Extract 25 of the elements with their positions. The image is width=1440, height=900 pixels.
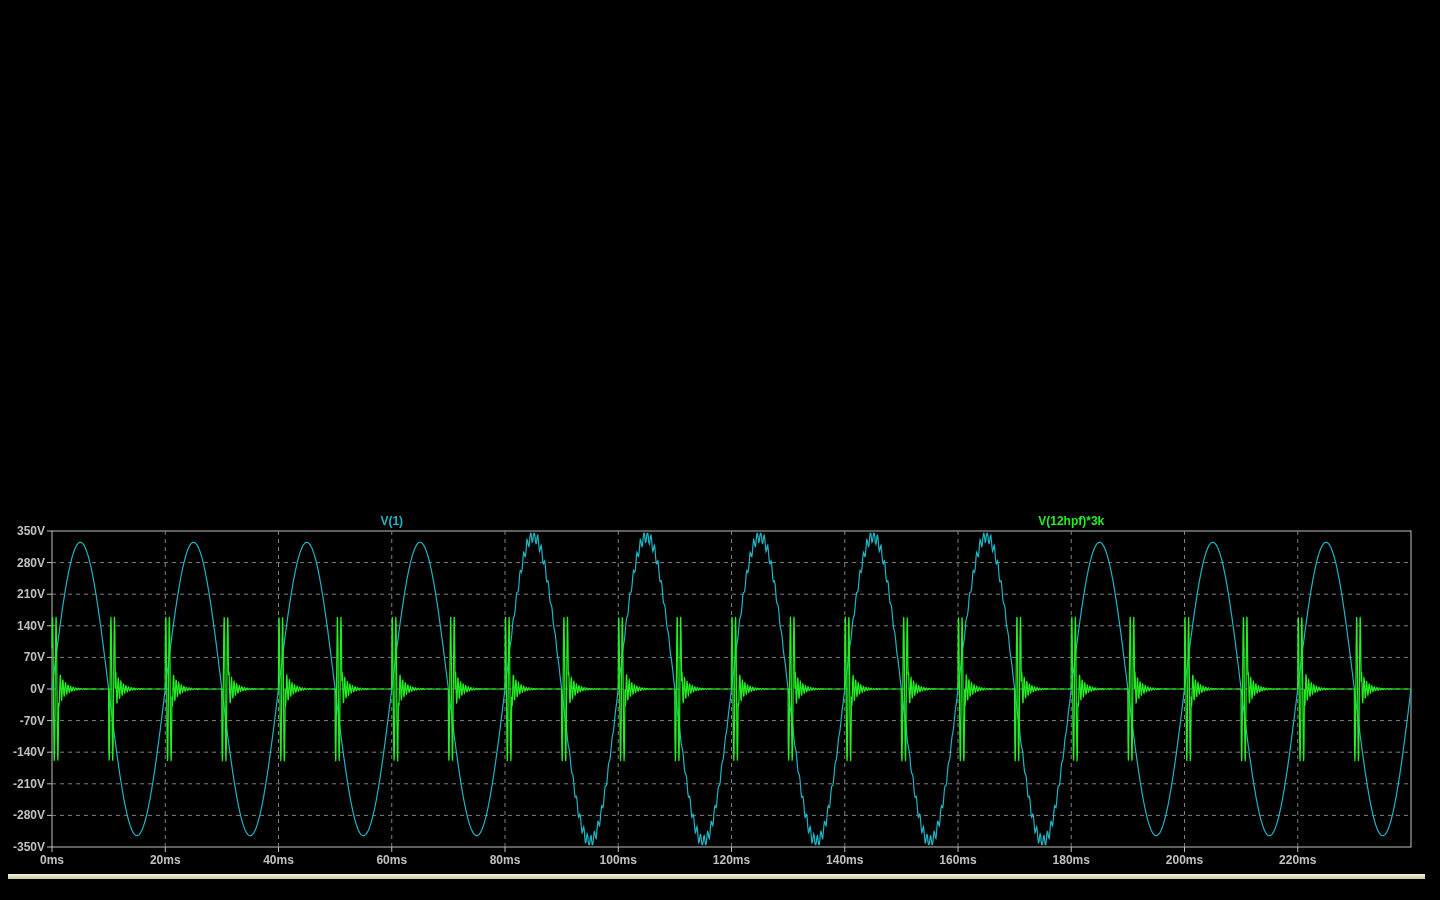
trace-label[interactable]: V(1) [380, 514, 404, 528]
x-axis-label: 0ms [40, 853, 64, 867]
x-axis-label: 60ms [376, 853, 408, 867]
x-axis-label: 180ms [1052, 853, 1090, 867]
x-axis-label: 80ms [489, 853, 521, 867]
y-axis-label: -350V [12, 840, 45, 854]
x-axis-label: 160ms [939, 853, 977, 867]
y-axis-label: -70V [19, 713, 45, 728]
x-axis-label: 140ms [826, 853, 864, 867]
x-axis-label: 220ms [1279, 853, 1317, 867]
y-axis-label: 70V [23, 650, 45, 665]
x-axis-label: 200ms [1165, 853, 1204, 867]
x-axis-label: 120ms [712, 853, 751, 867]
y-axis-label: -140V [12, 745, 45, 760]
trace-label[interactable]: V(12hpf)*3k [1038, 514, 1105, 528]
x-axis-label: 40ms [263, 853, 294, 867]
y-axis-label: 0V [30, 682, 45, 696]
y-axis-label: 350V [16, 524, 45, 538]
y-axis-label: 140V [16, 618, 45, 633]
y-axis-label: 210V [16, 587, 45, 602]
x-axis-label: 20ms [149, 853, 181, 867]
x-axis-label: 100ms [599, 853, 637, 867]
y-axis-label: -280V [12, 808, 45, 823]
y-axis-label: -210V [12, 776, 45, 791]
y-axis-label: 280V [16, 555, 45, 570]
